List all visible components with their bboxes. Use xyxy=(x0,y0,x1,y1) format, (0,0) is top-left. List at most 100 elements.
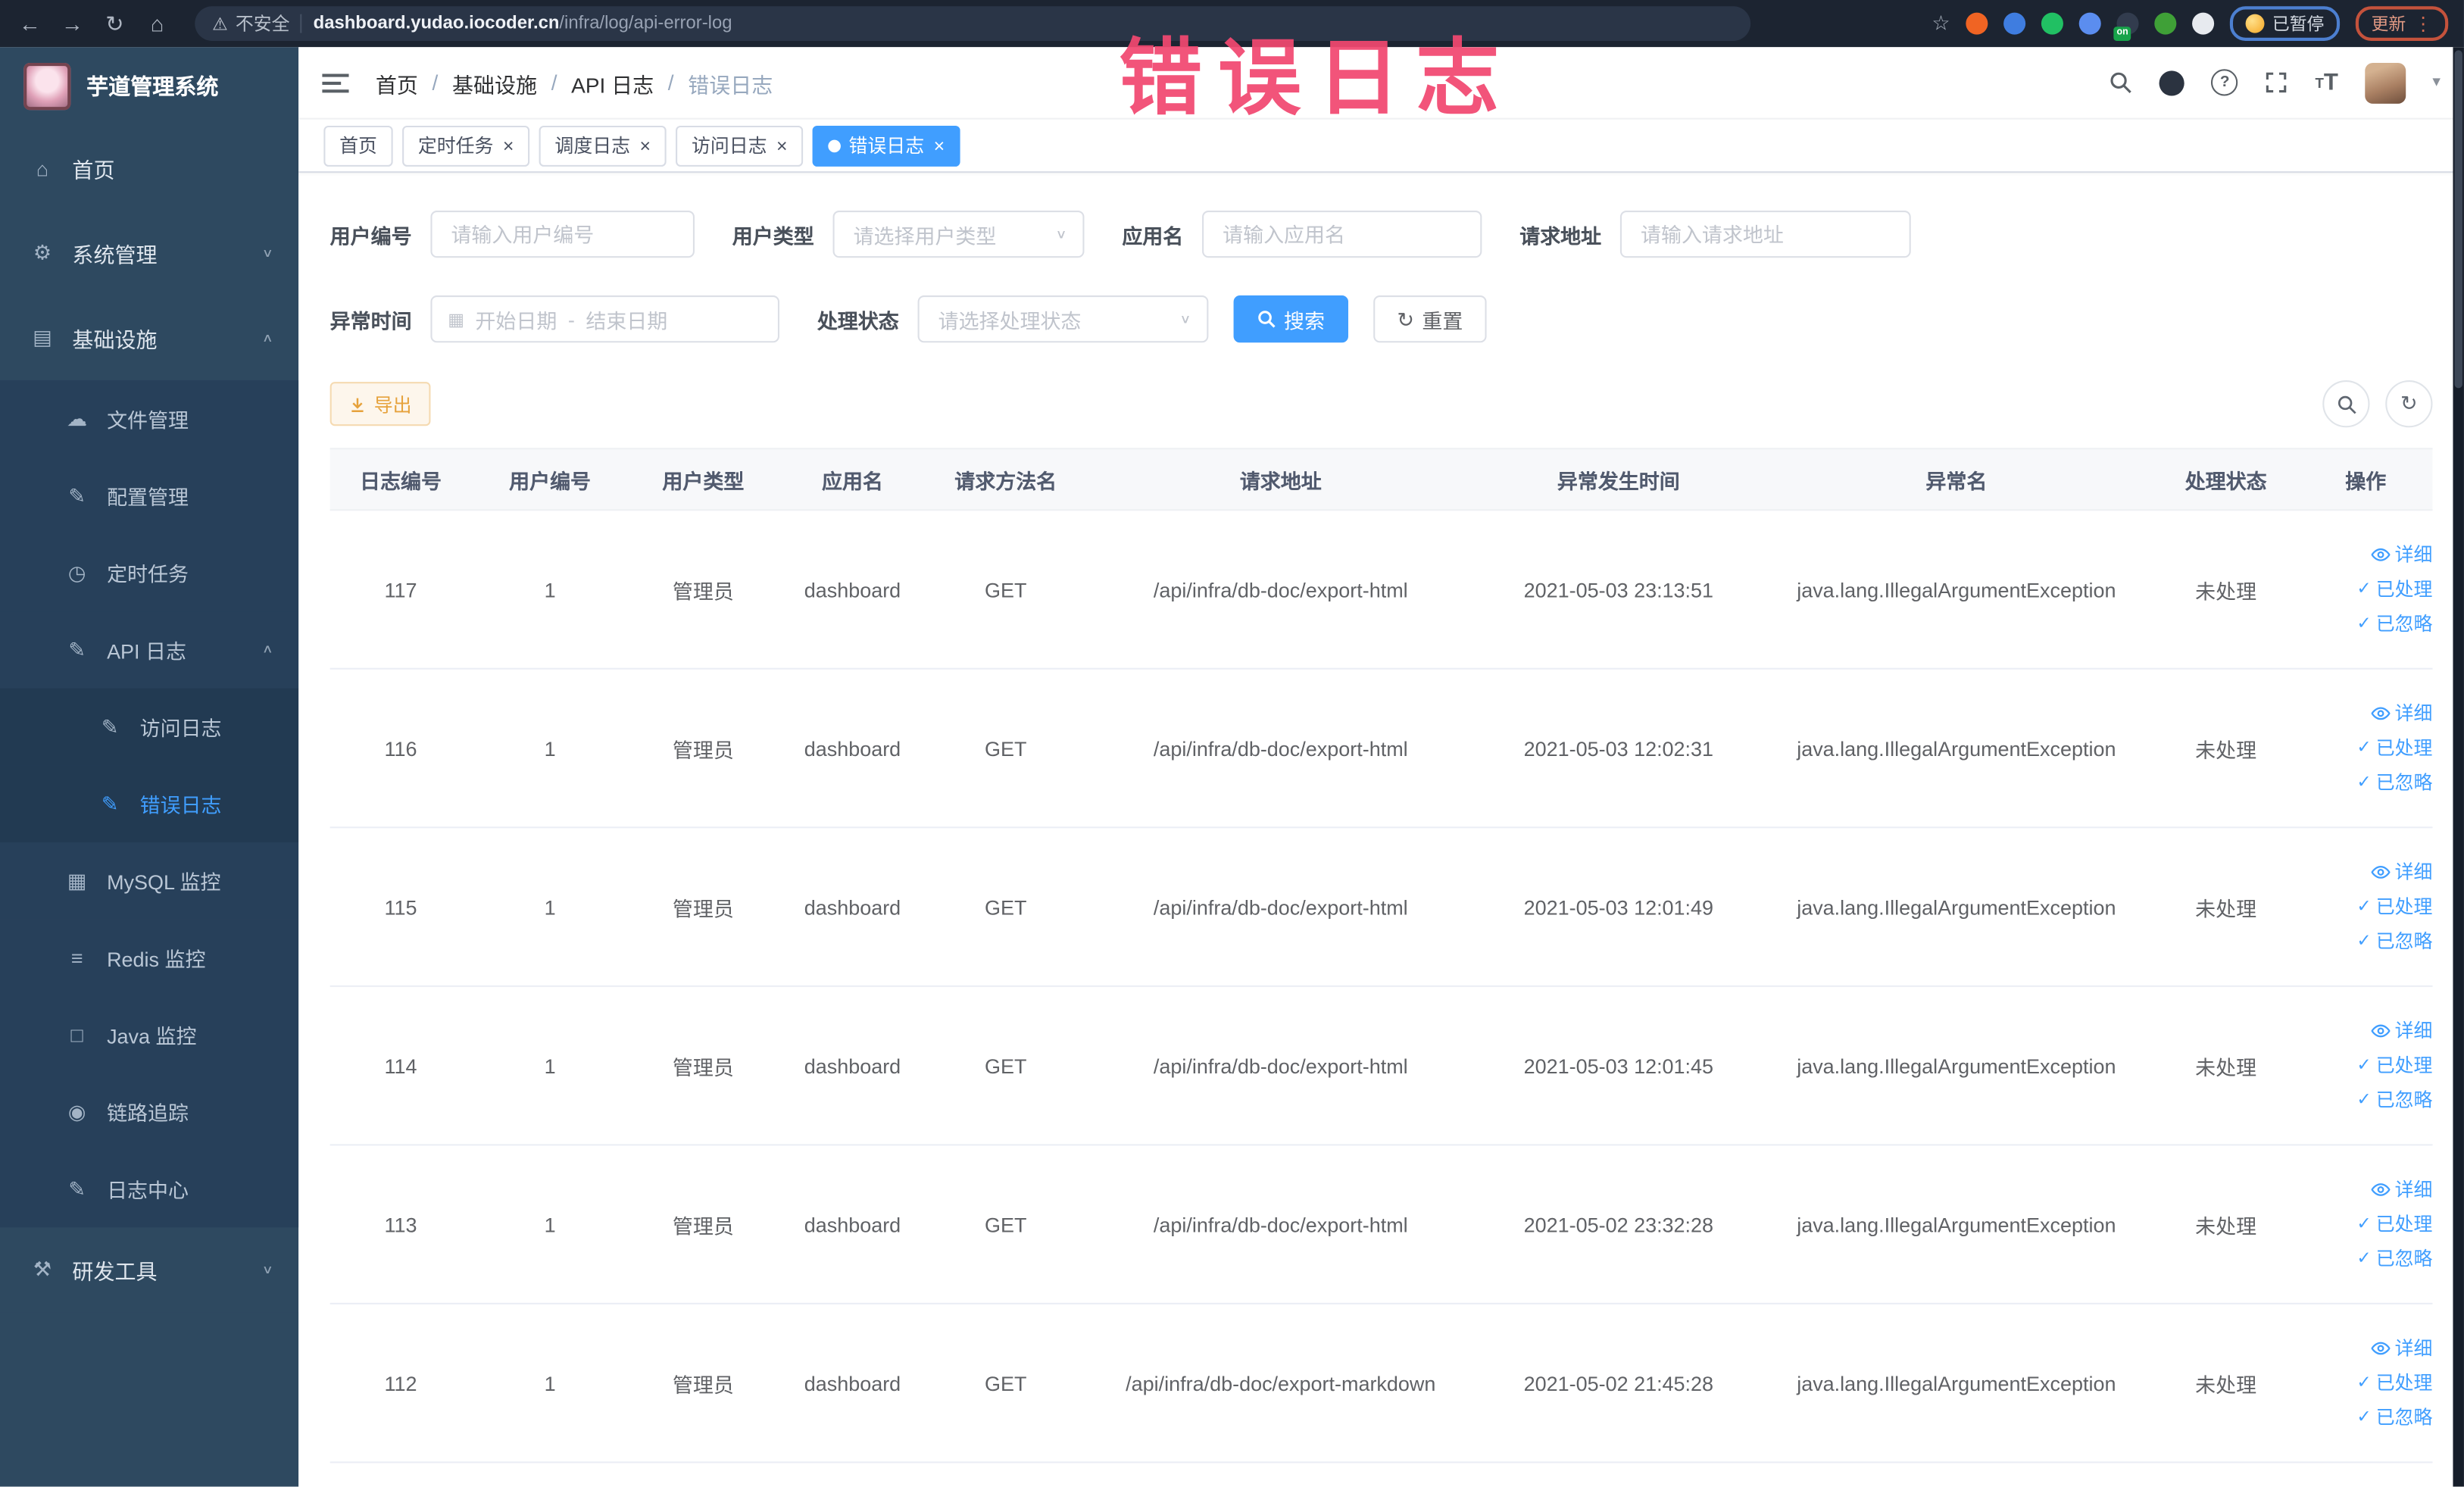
sidebar-item-定时任务[interactable]: ◷ 定时任务 xyxy=(0,534,299,612)
app-name-input[interactable] xyxy=(1202,210,1482,258)
extensions-puzzle-icon[interactable] xyxy=(2192,12,2215,35)
refresh-table-button[interactable]: ↻ xyxy=(2385,380,2433,428)
search-button[interactable]: 搜索 xyxy=(1233,295,1349,343)
tab-错误日志[interactable]: 错误日志 × xyxy=(812,124,960,166)
sidebar-item-错误日志[interactable]: ✎ 错误日志 xyxy=(0,765,299,842)
scrollbar-thumb[interactable] xyxy=(2454,50,2462,389)
extension-shield-icon[interactable] xyxy=(2003,12,2026,35)
cell-time: 2021-05-02 23:32:28 xyxy=(1523,1212,1714,1236)
action-详细[interactable]: 详细 xyxy=(2371,863,2432,882)
action-详细[interactable]: 详细 xyxy=(2371,1180,2432,1199)
cell-id: 117 xyxy=(384,577,417,601)
user-type-select[interactable]: 请选择用户类型 ∨ xyxy=(832,210,1085,258)
cell-app: dashboard xyxy=(804,1212,901,1236)
reload-icon[interactable]: ↻ xyxy=(101,10,129,36)
request-url-input[interactable] xyxy=(1620,210,1911,258)
action-已忽略[interactable]: ✓ 已忽略 xyxy=(2356,1408,2432,1427)
app-logo-row[interactable]: 芋道管理系统 xyxy=(0,47,298,126)
action-详细[interactable]: 详细 xyxy=(2371,1021,2432,1040)
close-icon[interactable]: × xyxy=(776,136,788,155)
paused-badge[interactable]: 已暂停 xyxy=(2229,6,2341,41)
chevron-up-icon: ∧ xyxy=(261,331,273,345)
cell-exception: java.lang.IllegalArgumentException xyxy=(1797,1054,2116,1078)
column-header-用户类型: 用户类型 xyxy=(662,469,745,493)
help-icon[interactable]: ? xyxy=(2211,69,2238,96)
breadcrumb-infra[interactable]: 基础设施 xyxy=(452,67,537,98)
browser-menu-kebab-icon[interactable]: ⋮ xyxy=(2414,13,2433,35)
sidebar-item-日志中心[interactable]: ✎ 日志中心 xyxy=(0,1150,299,1228)
tab-调度日志[interactable]: 调度日志 × xyxy=(539,124,667,166)
sidebar-item-配置管理[interactable]: ✎ 配置管理 xyxy=(0,457,299,535)
sidebar-item-MySQL-监控[interactable]: ▦ MySQL 监控 xyxy=(0,842,299,920)
action-详细[interactable]: 详细 xyxy=(2371,704,2432,723)
action-详细[interactable]: 详细 xyxy=(2371,545,2432,564)
export-button[interactable]: 导出 xyxy=(329,382,431,426)
action-已忽略[interactable]: ✓ 已忽略 xyxy=(2356,614,2432,633)
extension-on-badge-icon[interactable]: on xyxy=(2113,12,2139,41)
action-已处理[interactable]: ✓ 已处理 xyxy=(2356,1056,2432,1075)
bookmark-star-icon[interactable]: ☆ xyxy=(1932,11,1950,36)
github-icon[interactable] xyxy=(2160,70,2185,95)
forward-icon[interactable]: → xyxy=(58,11,86,36)
chevron-down-icon: ∨ xyxy=(261,1263,273,1276)
action-详细[interactable]: 详细 xyxy=(2371,1339,2432,1357)
sidebar-item-label: 基础设施 xyxy=(72,328,158,352)
close-icon[interactable]: × xyxy=(639,136,651,155)
sidebar-item-Redis-监控[interactable]: ≡ Redis 监控 xyxy=(0,919,299,997)
avatar[interactable] xyxy=(2365,61,2406,103)
action-已处理[interactable]: ✓ 已处理 xyxy=(2356,898,2432,917)
action-已处理[interactable]: ✓ 已处理 xyxy=(2356,580,2432,599)
action-已忽略[interactable]: ✓ 已忽略 xyxy=(2356,773,2432,792)
sidebar-item-首页[interactable]: ⌂ 首页 xyxy=(0,126,298,211)
fullscreen-icon[interactable] xyxy=(2265,70,2288,94)
breadcrumb-api-log[interactable]: API 日志 xyxy=(571,67,654,98)
user-id-input[interactable] xyxy=(430,210,695,258)
sidebar-item-API-日志[interactable]: ✎ API 日志 ∧ xyxy=(0,611,299,689)
process-status-select[interactable]: 请选择处理状态 ∨ xyxy=(917,295,1209,343)
extension-orange-icon[interactable] xyxy=(1966,12,1988,35)
address-bar[interactable]: ⚠ 不安全 dashboard.yudao.iocoder.cn/infra/l… xyxy=(195,6,1751,41)
hamburger-menu-icon[interactable] xyxy=(322,71,349,93)
sidebar-item-研发工具[interactable]: ⚒ 研发工具 ∨ xyxy=(0,1227,298,1312)
window-scrollbar[interactable] xyxy=(2453,47,2464,1487)
search-icon[interactable] xyxy=(2110,70,2133,94)
sidebar-item-系统管理[interactable]: ⚙ 系统管理 ∨ xyxy=(0,211,298,295)
close-icon[interactable]: × xyxy=(503,136,514,155)
date-range-picker[interactable]: ▦ 开始日期 - 结束日期 xyxy=(430,295,780,343)
action-已处理[interactable]: ✓ 已处理 xyxy=(2356,1215,2432,1234)
breadcrumb-home[interactable]: 首页 xyxy=(376,67,418,98)
cell-user_id: 1 xyxy=(544,736,556,761)
tab-定时任务[interactable]: 定时任务 × xyxy=(402,124,530,166)
extension-green-circle-icon[interactable] xyxy=(2041,12,2063,35)
action-label: 已处理 xyxy=(2375,1213,2433,1236)
chevron-down-icon[interactable]: ▾ xyxy=(2432,74,2440,92)
action-已忽略[interactable]: ✓ 已忽略 xyxy=(2356,1091,2432,1110)
reset-button[interactable]: ↻ 重置 xyxy=(1373,295,1487,343)
sidebar-item-Java-监控[interactable]: □ Java 监控 xyxy=(0,996,299,1073)
sidebar-item-链路追踪[interactable]: ◉ 链路追踪 xyxy=(0,1073,299,1151)
cell-user_id: 1 xyxy=(544,895,556,919)
tab-label: 首页 xyxy=(339,135,377,158)
sidebar-item-文件管理[interactable]: ☁ 文件管理 xyxy=(0,380,299,458)
cell-user_id: 1 xyxy=(544,1054,556,1078)
tab-访问日志[interactable]: 访问日志 × xyxy=(676,124,804,166)
action-已忽略[interactable]: ✓ 已忽略 xyxy=(2356,932,2432,951)
extension-plant-icon[interactable] xyxy=(2154,12,2177,35)
action-已忽略[interactable]: ✓ 已忽略 xyxy=(2356,1249,2432,1268)
toggle-search-button[interactable] xyxy=(2322,380,2370,428)
home-icon[interactable]: ⌂ xyxy=(143,11,171,36)
extension-grid-icon[interactable] xyxy=(2078,12,2101,35)
cell-user_id: 1 xyxy=(544,577,556,601)
table-toolbar: 导出 ↻ xyxy=(329,380,2433,428)
update-badge[interactable]: 更新 ⋮ xyxy=(2355,6,2449,41)
config-edit-icon: ✎ xyxy=(68,483,86,508)
action-已处理[interactable]: ✓ 已处理 xyxy=(2356,739,2432,758)
sidebar-item-访问日志[interactable]: ✎ 访问日志 xyxy=(0,688,299,766)
action-已处理[interactable]: ✓ 已处理 xyxy=(2356,1373,2432,1392)
close-icon[interactable]: × xyxy=(934,136,945,155)
font-size-icon[interactable]: TT xyxy=(2316,69,2338,95)
sidebar-item-基础设施[interactable]: ▤ 基础设施 ∧ xyxy=(0,295,298,380)
back-icon[interactable]: ← xyxy=(16,11,44,36)
tab-首页[interactable]: 首页 xyxy=(323,124,393,166)
check-icon: ✓ xyxy=(2356,614,2372,633)
